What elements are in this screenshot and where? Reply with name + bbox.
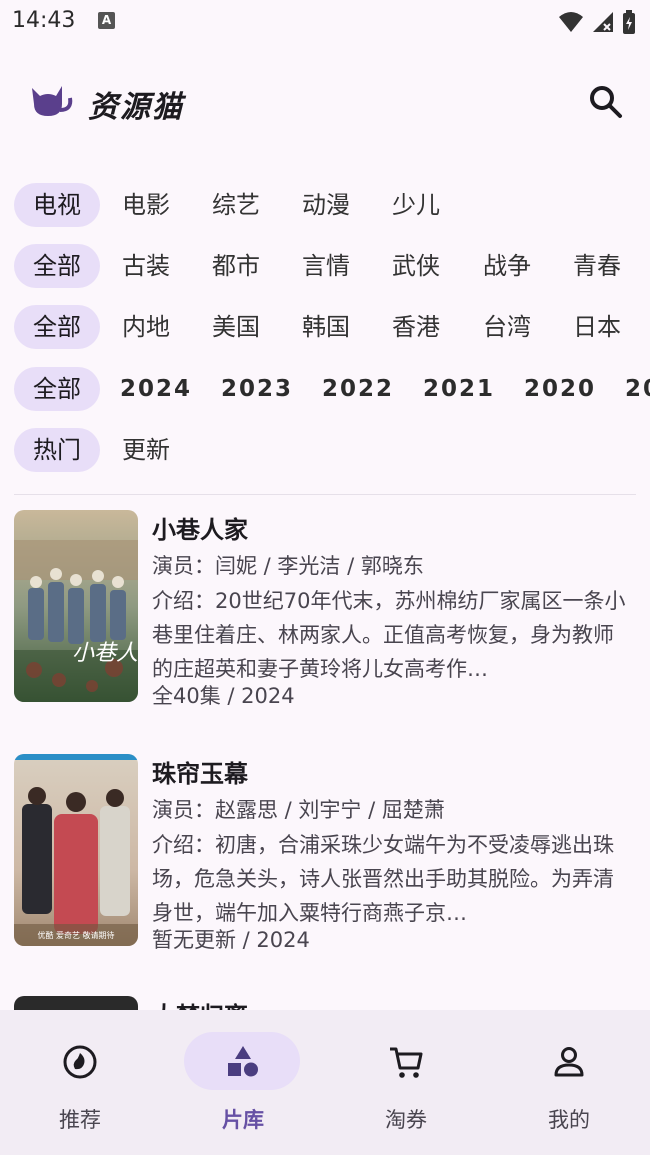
wifi-icon	[559, 12, 583, 32]
nav-label: 我的	[548, 1108, 590, 1132]
chip-category-tv[interactable]: 电视	[14, 183, 100, 227]
item-actors: 演员：闫妮 / 李光洁 / 郭晓东	[152, 554, 424, 578]
app-header: 资源猫	[0, 70, 650, 130]
chip-category-kids[interactable]: 少儿	[392, 183, 440, 227]
chip-category-variety[interactable]: 综艺	[212, 183, 260, 227]
chip-year-2020[interactable]: 2020	[524, 367, 596, 411]
chip-year-2021[interactable]: 2021	[423, 367, 495, 411]
bottom-navigation: 推荐 片库 淘券 我的	[0, 1010, 650, 1155]
chip-genre-urban[interactable]: 都市	[212, 244, 260, 288]
nav-library[interactable]: 片库	[178, 1032, 308, 1132]
nav-coupons[interactable]: 淘券	[341, 1032, 471, 1132]
year-filter-row: 全部 2024 2023 2022 2021 2020 20	[0, 367, 650, 411]
item-actors: 演员：赵露思 / 刘宇宁 / 屈楚萧	[152, 798, 445, 822]
chip-region-mainland[interactable]: 内地	[122, 305, 170, 349]
status-time: 14:43	[12, 8, 76, 33]
status-icons	[558, 10, 636, 34]
chip-region-us[interactable]: 美国	[212, 305, 260, 349]
poster-image[interactable]: 小巷人家	[14, 510, 138, 702]
notification-icon: A	[98, 12, 115, 29]
recommend-icon	[63, 1045, 97, 1079]
nav-label: 片库	[222, 1108, 264, 1132]
item-meta: 暂无更新 / 2024	[152, 928, 310, 952]
item-title: 小巷人家	[152, 516, 248, 544]
chip-genre-costume[interactable]: 古装	[122, 244, 170, 288]
item-meta: 全40集 / 2024	[152, 684, 295, 708]
nav-label: 推荐	[59, 1108, 101, 1132]
sort-filter-row: 热门 更新	[0, 428, 650, 472]
region-filter-row: 全部 内地 美国 韩国 香港 台湾 日本	[0, 305, 650, 349]
chip-year-all[interactable]: 全部	[14, 367, 100, 411]
chip-year-2022[interactable]: 2022	[322, 367, 394, 411]
chip-genre-youth[interactable]: 青春	[573, 244, 621, 288]
category-filter-row: 电视 电影 综艺 动漫 少儿	[0, 183, 650, 227]
nav-profile[interactable]: 我的	[504, 1032, 634, 1132]
battery-icon	[623, 10, 635, 34]
item-description: 介绍：初唐，合浦采珠少女端午为不受凌辱逃出珠场，危急关头，诗人张晋然出手助其脱险…	[152, 833, 614, 925]
signal-icon	[593, 12, 613, 32]
chip-region-all[interactable]: 全部	[14, 305, 100, 349]
status-bar: 14:43 A	[0, 0, 650, 44]
chip-category-movie[interactable]: 电影	[122, 183, 170, 227]
chip-year-2024[interactable]: 2024	[120, 367, 192, 411]
poster-image[interactable]: 优酷 爱奇艺 敬请期待	[14, 754, 138, 946]
item-description: 介绍：20世纪70年代末，苏州棉纺厂家属区一条小巷里住着庄、林两家人。正值高考恢…	[152, 589, 626, 681]
chip-region-japan[interactable]: 日本	[573, 305, 621, 349]
cat-icon	[32, 86, 73, 116]
item-title: 珠帘玉幕	[152, 760, 248, 788]
profile-icon	[554, 1047, 584, 1077]
chip-year-partial[interactable]: 20	[625, 367, 650, 411]
chip-region-taiwan[interactable]: 台湾	[483, 305, 531, 349]
chip-year-2023[interactable]: 2023	[221, 367, 293, 411]
poster-title-text: 小巷人家	[72, 641, 138, 666]
cart-icon	[390, 1047, 423, 1078]
poster-caption: 优酷 爱奇艺 敬请期待	[37, 930, 114, 940]
divider	[14, 494, 636, 495]
nav-recommend[interactable]: 推荐	[15, 1032, 145, 1132]
chip-region-hongkong[interactable]: 香港	[392, 305, 440, 349]
library-icon	[228, 1046, 258, 1077]
list-item[interactable]: 小巷人家 小巷人家 演员：闫妮 / 李光洁 / 郭晓东 介绍：20世纪70年代末…	[0, 510, 650, 720]
chip-sort-hot[interactable]: 热门	[14, 428, 100, 472]
app-title: 资源猫	[88, 90, 184, 125]
chip-genre-wuxia[interactable]: 武侠	[392, 244, 440, 288]
list-item[interactable]: 优酷 爱奇艺 敬请期待 珠帘玉幕 演员：赵露思 / 刘宇宁 / 屈楚萧 介绍：初…	[0, 754, 650, 964]
chip-genre-romance[interactable]: 言情	[302, 244, 350, 288]
genre-filter-row: 全部 古装 都市 言情 武侠 战争 青春	[0, 244, 650, 288]
nav-label: 淘券	[385, 1108, 427, 1132]
search-icon[interactable]	[586, 82, 626, 122]
chip-sort-updated[interactable]: 更新	[122, 428, 170, 472]
chip-region-korea[interactable]: 韩国	[302, 305, 350, 349]
chip-genre-war[interactable]: 战争	[483, 244, 531, 288]
chip-category-anime[interactable]: 动漫	[302, 183, 350, 227]
chip-genre-all[interactable]: 全部	[14, 244, 100, 288]
